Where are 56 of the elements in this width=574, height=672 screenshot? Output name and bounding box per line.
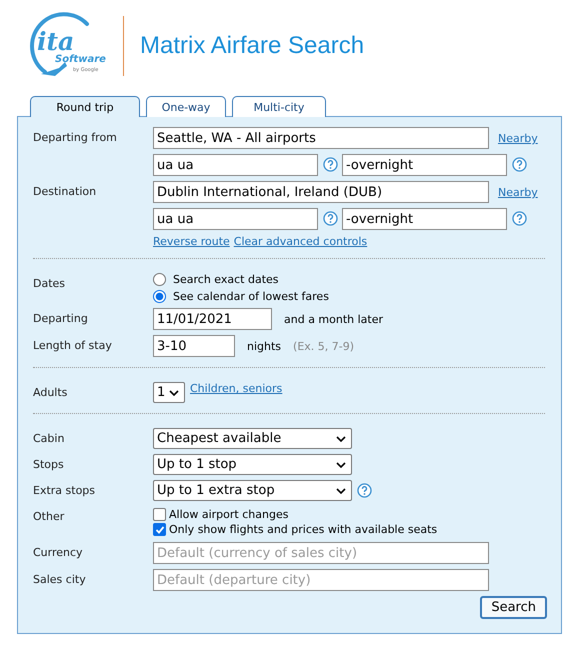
option-label: Allow airport changes [169,508,288,521]
trip-tab[interactable]: Round trip [30,96,140,117]
help-icon[interactable] [357,483,372,498]
field-label: Cabin [33,431,66,445]
caret-icon [169,390,179,396]
nearby-link[interactable]: Nearby [498,132,538,145]
option-label: Only show flights and prices with available seats [169,523,438,536]
passengers-link[interactable]: Children, seniors [190,382,282,395]
help-icon[interactable] [512,157,527,172]
nearby-link[interactable]: Nearby [498,186,538,199]
option-select[interactable]: Cheapest available [153,428,352,449]
field-label: Currency [33,545,84,559]
routing-field[interactable]: ua ua [153,208,318,230]
field-label: Departing [33,311,89,325]
text-field[interactable]: Default (currency of sales city) [153,542,489,564]
option-label: Search exact dates [173,273,279,286]
field-label: Destination [33,184,98,198]
field-label: Dates [33,276,66,290]
example-hint: (Ex. 5, 7-9) [293,340,354,353]
date-field[interactable]: 11/01/2021 [153,308,272,330]
field-label: Extra stops [33,483,96,497]
page-title: Matrix Airfare Search [140,32,364,60]
route-link[interactable]: Clear advanced controls [234,235,368,248]
trip-tab[interactable]: One-way [146,96,226,117]
field-label: Sales city [33,572,87,586]
option-select[interactable]: Up to 1 extra stop [153,480,352,501]
airport-field[interactable]: Seattle, WA - All airports [153,127,489,149]
search-button[interactable]: Search [480,596,547,619]
radio-button[interactable] [153,290,166,303]
stay-field[interactable]: 3-10 [153,335,235,357]
field-label: Adults [33,385,68,399]
field-label: Other [33,509,66,523]
help-icon[interactable] [512,211,527,226]
caret-icon [336,488,346,494]
adults-select[interactable]: 1 [153,382,185,403]
field-label: Length of stay [33,338,113,352]
extension-field[interactable]: -overnight [342,154,507,176]
caret-icon [336,436,346,442]
routing-field[interactable]: ua ua [153,154,318,176]
text-field[interactable]: Default (departure city) [153,569,489,591]
date-note: and a month later [284,313,384,326]
radio-button[interactable] [153,273,166,286]
airport-field[interactable]: Dublin International, Ireland (DUB) [153,181,489,203]
help-icon[interactable] [323,211,338,226]
unit-label: nights [247,340,282,353]
route-link[interactable]: Reverse route [153,235,230,248]
checkbox[interactable] [153,508,166,521]
option-label: See calendar of lowest fares [173,290,329,303]
caret-icon [336,462,346,468]
field-label: Stops [33,457,65,471]
field-label: Departing from [33,130,118,144]
option-select[interactable]: Up to 1 stop [153,454,352,475]
help-icon[interactable] [323,157,338,172]
trip-tab[interactable]: Multi-city [232,96,326,117]
extension-field[interactable]: -overnight [342,208,507,230]
checkbox[interactable] [153,523,166,536]
